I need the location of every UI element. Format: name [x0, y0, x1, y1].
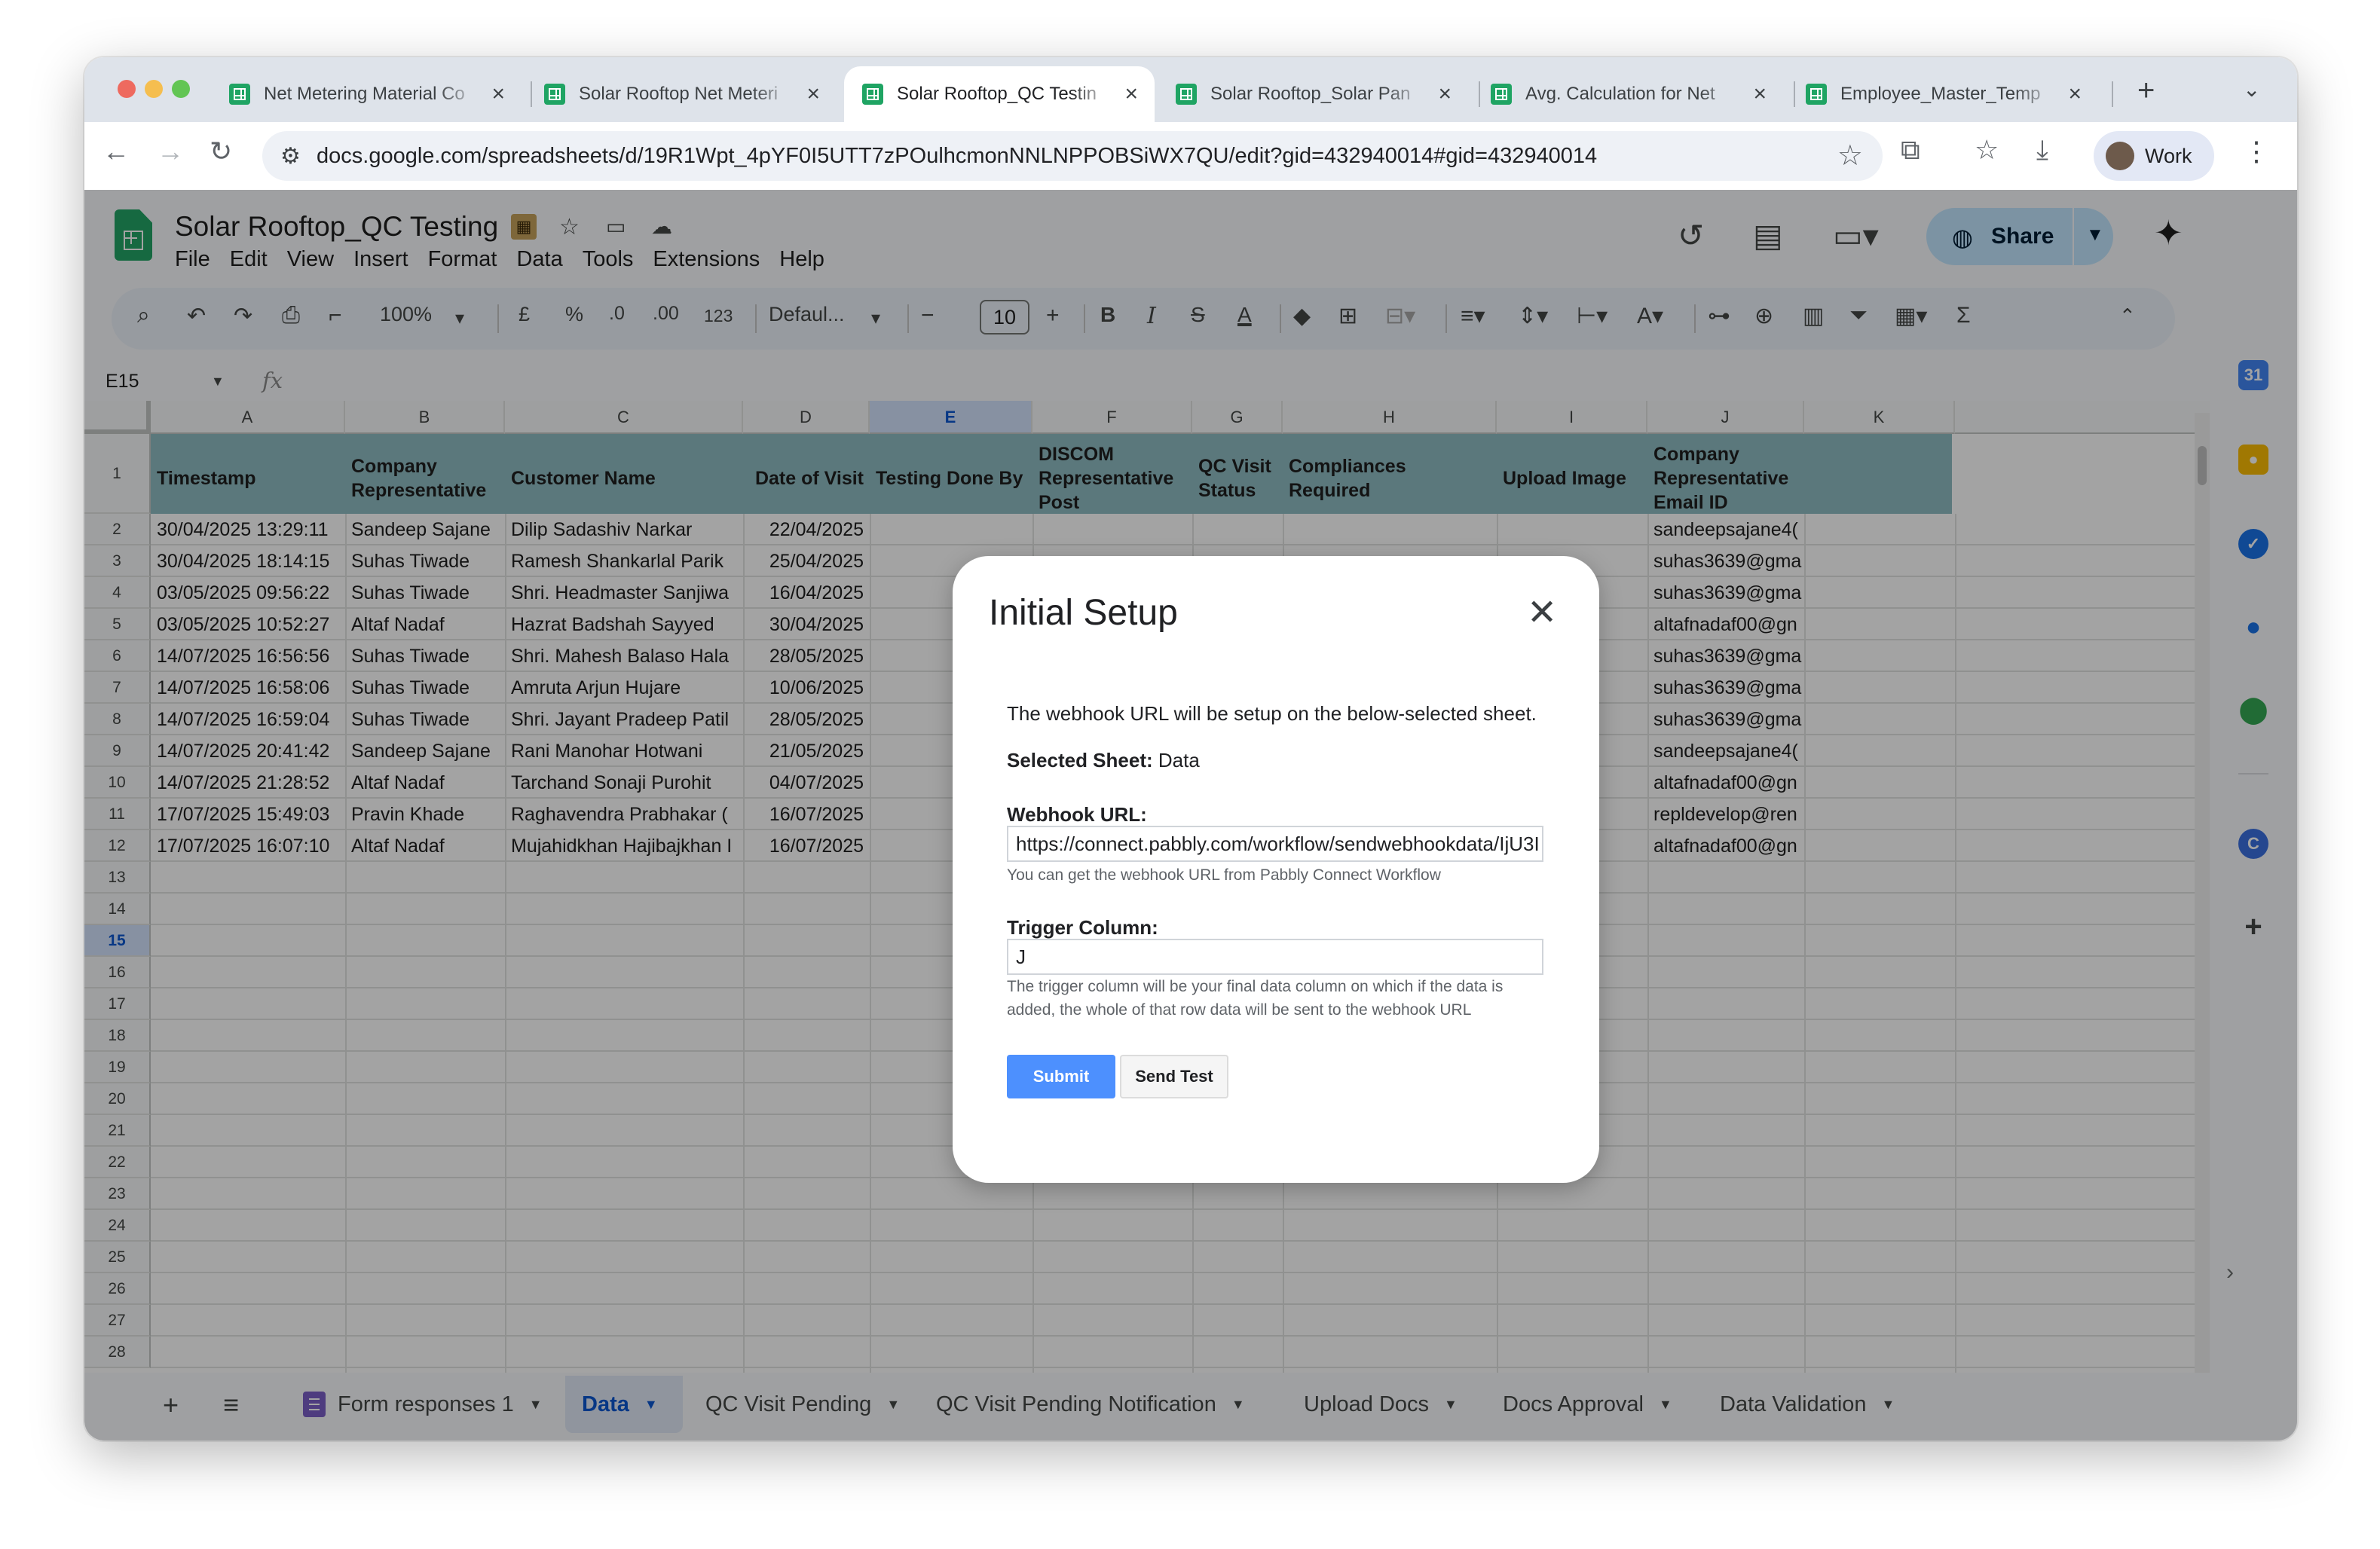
bookmarks-icon[interactable]: ☆: [1975, 134, 1999, 166]
close-icon[interactable]: ×: [2068, 81, 2082, 107]
webhook-url-label: Webhook URL:: [1007, 803, 1147, 826]
tab-title: Net Metering Material Co: [264, 84, 465, 104]
forward-icon[interactable]: →: [157, 136, 184, 167]
webhook-url-help: You can get the webhook URL from Pabbly …: [1007, 866, 1441, 884]
browser-tab[interactable]: Avg. Calculation for Net ×: [1473, 66, 1783, 122]
sheets-favicon-icon: [544, 84, 565, 105]
modal-backdrop: [2210, 190, 2297, 1441]
initial-setup-dialog: Initial Setup ✕ The webhook URL will be …: [953, 556, 1599, 1183]
bookmark-star-icon[interactable]: ☆: [1837, 139, 1863, 173]
trigger-column-input[interactable]: J: [1007, 939, 1543, 975]
tab-title: Solar Rooftop Net Meteri: [579, 84, 779, 104]
profile-label: Work: [2145, 144, 2192, 167]
address-bar[interactable]: ⚙ docs.google.com/spreadsheets/d/19R1Wpt…: [262, 131, 1883, 181]
sheets-favicon-icon: [1491, 84, 1512, 105]
tab-title: Solar Rooftop_QC Testin: [897, 84, 1097, 104]
send-test-button[interactable]: Send Test: [1120, 1055, 1228, 1098]
browser-tab[interactable]: Solar Rooftop Net Meteri ×: [526, 66, 837, 122]
sheets-favicon-icon: [1176, 84, 1197, 105]
browser-tab[interactable]: Net Metering Material Co ×: [211, 66, 522, 122]
close-icon[interactable]: ×: [806, 81, 820, 107]
dialog-title: Initial Setup: [989, 593, 1178, 633]
close-icon[interactable]: ✕: [1527, 595, 1557, 631]
browser-toolbar: ← → ↻ ⚙ docs.google.com/spreadsheets/d/1…: [84, 122, 2297, 190]
browser-tab[interactable]: Solar Rooftop_Solar Pan ×: [1158, 66, 1468, 122]
tab-title: Avg. Calculation for Net: [1525, 84, 1715, 104]
close-icon[interactable]: ×: [1438, 81, 1452, 107]
sheets-favicon-icon: [862, 84, 883, 105]
minimize-window-button[interactable]: [145, 80, 163, 98]
site-info-icon[interactable]: ⚙: [280, 143, 301, 170]
browser-tab[interactable]: Employee_Master_Temp ×: [1788, 66, 2098, 122]
tab-strip: Net Metering Material Co × Solar Rooftop…: [84, 57, 2297, 122]
url-text[interactable]: docs.google.com/spreadsheets/d/19R1Wpt_4…: [317, 144, 1597, 169]
profile-button[interactable]: Work: [2094, 131, 2214, 181]
close-window-button[interactable]: [118, 80, 136, 98]
sheets-favicon-icon: [229, 84, 250, 105]
extensions-icon[interactable]: ⧉: [1901, 134, 1920, 167]
webhook-url-input[interactable]: https://connect.pabbly.com/workflow/send…: [1007, 826, 1543, 862]
close-icon[interactable]: ×: [1753, 81, 1767, 107]
maximize-window-button[interactable]: [172, 80, 190, 98]
close-icon[interactable]: ×: [1124, 81, 1138, 107]
selected-sheet-label: Selected Sheet:: [1007, 749, 1153, 771]
selected-sheet-value: Data: [1158, 749, 1200, 771]
browser-menu-icon[interactable]: ⋮: [2243, 136, 2270, 167]
download-icon[interactable]: ⤓: [2036, 134, 2048, 167]
submit-button[interactable]: Submit: [1007, 1055, 1115, 1098]
tab-search-icon[interactable]: ⌄: [2243, 77, 2260, 102]
dialog-intro-text: The webhook URL will be setup on the bel…: [1007, 702, 1537, 725]
tab-title: Solar Rooftop_Solar Pan: [1210, 84, 1411, 104]
tab-separator: [2112, 81, 2113, 107]
browser-tab-active[interactable]: Solar Rooftop_QC Testin ×: [844, 66, 1155, 122]
trigger-column-label: Trigger Column:: [1007, 916, 1158, 939]
trigger-column-help: The trigger column will be your final da…: [1007, 978, 1504, 1019]
tab-title: Employee_Master_Temp: [1840, 84, 2041, 104]
close-icon[interactable]: ×: [491, 81, 505, 107]
avatar: [2106, 142, 2134, 170]
back-icon[interactable]: ←: [102, 136, 130, 167]
new-tab-button[interactable]: +: [2137, 74, 2155, 108]
browser-window: Net Metering Material Co × Solar Rooftop…: [84, 57, 2297, 1441]
sheets-favicon-icon: [1806, 84, 1827, 105]
side-panel: 31 ● ✓ ● ⬤ C +: [2210, 190, 2297, 1441]
reload-icon[interactable]: ↻: [210, 136, 232, 167]
chevron-right-icon[interactable]: ›: [2226, 1260, 2234, 1285]
